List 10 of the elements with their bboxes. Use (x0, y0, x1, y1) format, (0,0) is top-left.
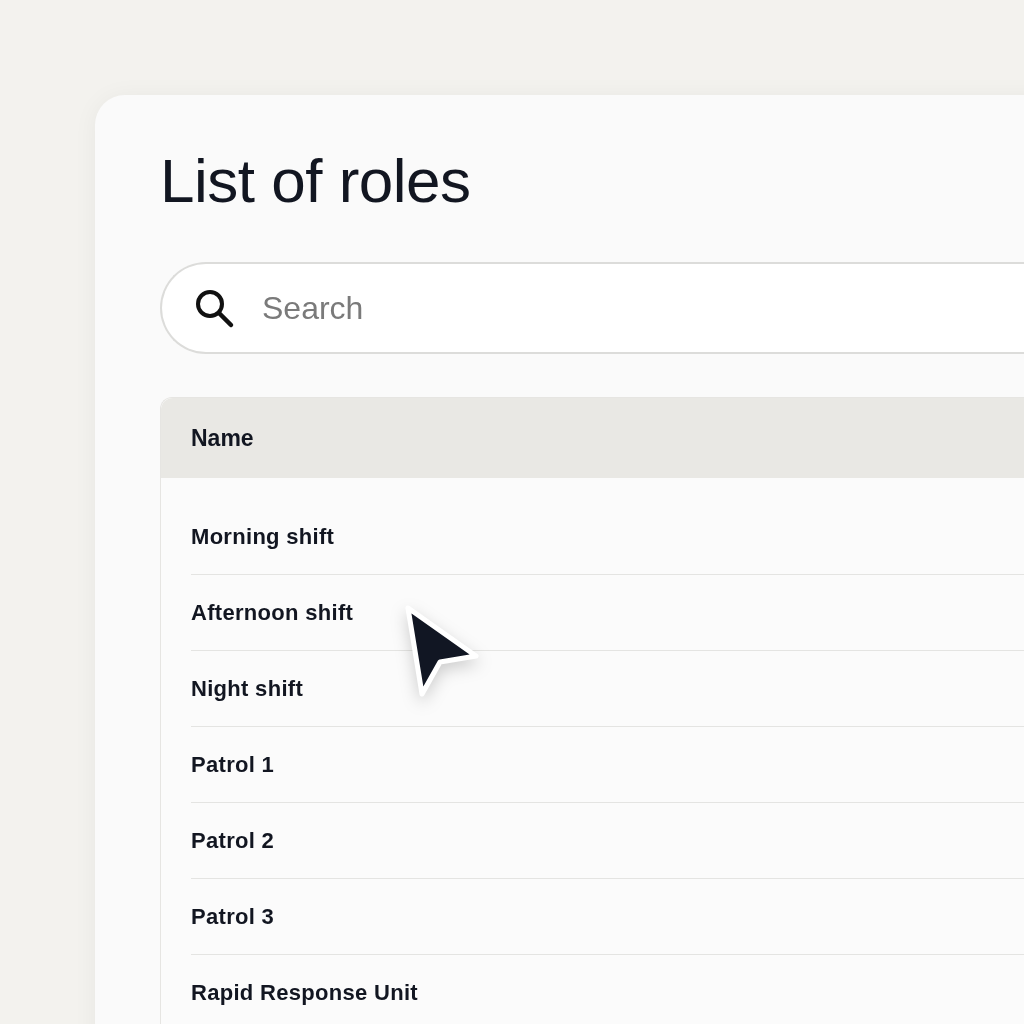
table-cell: Rapid Response Unit (191, 979, 418, 1006)
column-header: Name (191, 424, 254, 452)
search-field[interactable]: Search (160, 262, 1024, 354)
table-cell: Patrol 2 (191, 827, 275, 854)
table-cell: Night shift (191, 675, 304, 702)
table-cell: Afternoon shift (191, 599, 354, 626)
table-cell: Morning shift (191, 523, 335, 550)
table-cell: Patrol 1 (191, 751, 275, 778)
table-cell: Patrol 3 (191, 903, 275, 930)
page-title: List of roles (160, 145, 472, 217)
